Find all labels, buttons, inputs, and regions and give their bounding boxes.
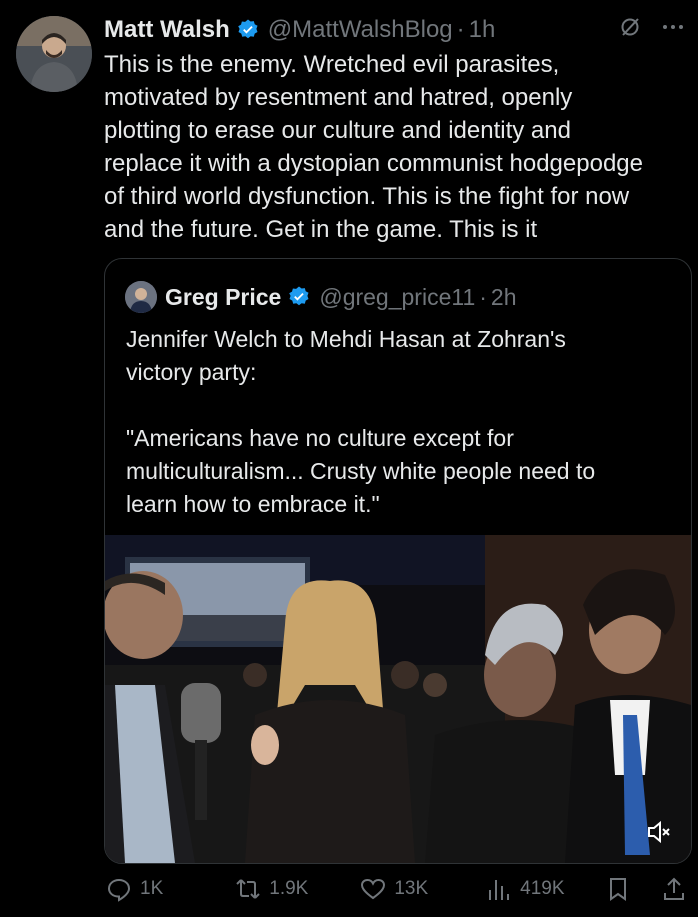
mute-icon[interactable] [643,817,673,847]
quoted-separator-dot: · [479,283,487,310]
tweet-header: Matt Walsh @MattWalshBlog · 1h [104,14,686,46]
quoted-tweet[interactable]: Greg Price @greg_price11 · 2h Jennifer W… [104,258,692,864]
views-count: 419K [520,878,565,899]
like-button[interactable]: 13K [360,876,428,902]
author-name[interactable]: Matt Walsh [104,16,230,44]
heart-icon [361,878,386,900]
verified-badge-icon [236,18,260,42]
grok-icon[interactable] [618,15,642,46]
quoted-author-avatar [125,281,157,313]
quoted-tweet-header: Greg Price @greg_price11 · 2h [125,281,681,313]
author-avatar[interactable] [16,16,92,92]
action-bar: 1K 1.9K 13K 419K [104,872,694,906]
reply-icon [107,878,131,902]
reply-button[interactable]: 1K [106,876,163,902]
video-player[interactable] [105,535,691,863]
repost-count: 1.9K [269,878,309,899]
quoted-author-handle: @greg_price11 [319,283,476,310]
quoted-verified-badge-icon [287,285,311,309]
reply-count: 1K [140,878,164,899]
share-icon [663,877,684,900]
quoted-tweet-time: 2h [490,283,517,310]
views-chart-icon [489,880,510,900]
quoted-author-name: Greg Price [165,283,282,310]
tweet-text: This is the enemy. Wretched evil parasit… [104,51,643,243]
share-button[interactable] [661,876,687,902]
bookmark-button[interactable] [605,876,631,902]
repost-icon [236,879,260,899]
more-options-icon[interactable] [660,15,686,46]
bookmark-icon [609,878,626,901]
tweet-time[interactable]: 1h [469,16,496,44]
like-count: 13K [394,878,429,899]
repost-button[interactable]: 1.9K [235,876,308,902]
separator-dot: · [456,16,465,43]
quoted-tweet-text: Jennifer Welch to Mehdi Hasan at Zohran'… [126,326,596,517]
author-handle[interactable]: @MattWalshBlog [268,16,453,44]
views-button[interactable]: 419K [486,876,565,902]
